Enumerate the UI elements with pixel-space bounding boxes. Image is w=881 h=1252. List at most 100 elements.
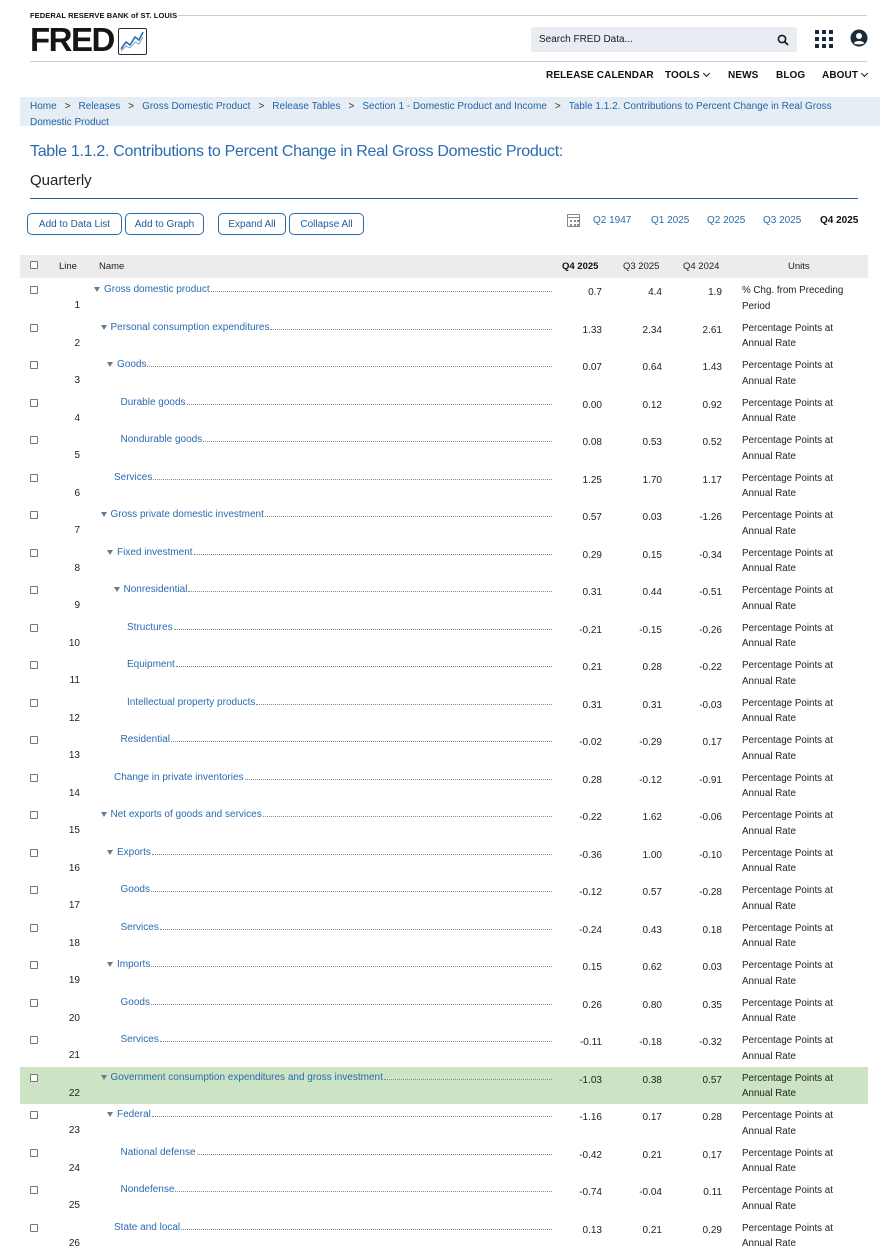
nav-news[interactable]: NEWS [728, 70, 758, 81]
series-link[interactable]: Nondefense [121, 1184, 175, 1195]
series-link[interactable]: Goods [121, 997, 150, 1008]
series-link[interactable]: Government consumption expenditures and … [111, 1072, 383, 1083]
series-link[interactable]: Intellectual property products [127, 697, 255, 708]
series-link[interactable]: Gross domestic product [104, 284, 210, 295]
breadcrumb-section-1[interactable]: Section 1 - Domestic Product and Income [362, 101, 547, 112]
row-checkbox[interactable] [30, 736, 38, 744]
breadcrumb-releases[interactable]: Releases [79, 101, 121, 112]
row-checkbox[interactable] [30, 811, 38, 819]
series-link[interactable]: Exports [117, 847, 151, 858]
nav-release-calendar[interactable]: RELEASE CALENDAR [546, 70, 654, 81]
search-input[interactable]: Search FRED Data... [531, 27, 797, 52]
row-checkbox[interactable] [30, 698, 38, 707]
nav-blog[interactable]: BLOG [776, 70, 805, 81]
expand-triangle-icon[interactable] [94, 287, 100, 292]
nav-about[interactable]: ABOUT [822, 69, 869, 81]
expand-triangle-icon[interactable] [100, 812, 107, 817]
breadcrumb-gdp[interactable]: Gross Domestic Product [142, 101, 250, 112]
value-q4-2025: -0.42 [579, 1149, 602, 1161]
series-link[interactable]: Imports [117, 959, 150, 970]
row-checkbox[interactable] [30, 886, 38, 894]
select-all-checkbox[interactable] [30, 261, 38, 269]
fred-logo[interactable]: FRED [30, 23, 147, 56]
row-checkbox[interactable] [30, 661, 38, 669]
chevron-down-icon [861, 69, 869, 78]
value-q3-2025: 0.80 [642, 999, 662, 1011]
series-link[interactable]: Gross private domestic investment [111, 509, 264, 520]
expand-triangle-icon[interactable] [113, 587, 120, 592]
row-checkbox[interactable] [30, 1073, 38, 1082]
series-link[interactable]: Goods [121, 884, 150, 895]
row-checkbox[interactable] [30, 586, 38, 594]
period-q1-2025[interactable]: Q1 2025 [651, 215, 689, 226]
series-link[interactable]: Change in private inventories [114, 772, 244, 783]
breadcrumb-home[interactable]: Home [30, 101, 57, 112]
row-checkbox[interactable] [30, 923, 38, 932]
breadcrumb-release-tables[interactable]: Release Tables [272, 101, 340, 112]
series-link[interactable]: Services [121, 922, 159, 933]
series-link[interactable]: Net exports of goods and services [111, 809, 262, 820]
row-checkbox[interactable] [30, 1223, 38, 1232]
value-q4-2024: 1.9 [708, 287, 722, 298]
expand-triangle-icon[interactable] [107, 1112, 113, 1117]
period-q4-2025[interactable]: Q4 2025 [820, 215, 858, 226]
row-checkbox[interactable] [30, 961, 38, 969]
series-link[interactable]: National defense [121, 1147, 196, 1158]
row-checkbox[interactable] [30, 998, 38, 1007]
series-link[interactable]: Equipment [127, 659, 175, 670]
collapse-all-button[interactable]: Collapse All [289, 213, 364, 235]
value-q3-2025: -0.15 [639, 624, 662, 636]
row-checkbox[interactable] [30, 548, 38, 557]
series-link[interactable]: Goods [117, 359, 146, 370]
value-q4-2024: 0.17 [702, 737, 722, 748]
expand-triangle-icon[interactable] [107, 549, 113, 555]
row-checkbox[interactable] [30, 398, 38, 407]
calendar-icon[interactable] [567, 214, 580, 227]
expand-triangle-icon[interactable] [107, 962, 113, 967]
expand-triangle-icon[interactable] [100, 1074, 107, 1080]
row-checkbox[interactable] [30, 1148, 38, 1157]
series-link[interactable]: Nondurable goods [121, 434, 203, 445]
line-number: 19 [68, 975, 80, 986]
row-checkbox[interactable] [30, 323, 38, 332]
series-link[interactable]: Nonresidential [124, 584, 188, 595]
expand-all-button[interactable]: Expand All [218, 213, 286, 235]
breadcrumb-separator: > [554, 101, 561, 112]
row-checkbox[interactable] [30, 473, 38, 482]
row-checkbox[interactable] [30, 511, 38, 519]
row-checkbox[interactable] [30, 623, 38, 632]
add-to-data-list-button[interactable]: Add to Data List [27, 213, 122, 235]
period-q3-2025[interactable]: Q3 2025 [763, 215, 801, 226]
value-q4-2024: 1.17 [702, 474, 722, 486]
add-to-graph-button[interactable]: Add to Graph [125, 213, 204, 235]
row-checkbox[interactable] [30, 1111, 38, 1119]
period-q2-2025[interactable]: Q2 2025 [707, 215, 745, 226]
search-icon[interactable] [777, 34, 789, 46]
expand-triangle-icon[interactable] [107, 362, 113, 367]
nav-tools[interactable]: TOOLS [665, 69, 710, 81]
row-checkbox[interactable] [30, 286, 38, 294]
row-checkbox[interactable] [30, 361, 38, 369]
units-cell: Percentage Points at Annual Rate [742, 547, 833, 575]
expand-triangle-icon[interactable] [100, 512, 107, 517]
period-q2-1947[interactable]: Q2 1947 [593, 215, 631, 226]
row-checkbox[interactable] [30, 1186, 38, 1194]
row-checkbox[interactable] [30, 1036, 38, 1044]
series-link[interactable]: Services [114, 472, 152, 483]
expand-triangle-icon[interactable] [107, 849, 113, 855]
series-link[interactable]: Federal [117, 1109, 151, 1120]
series-link[interactable]: Services [121, 1034, 159, 1045]
series-link[interactable]: Structures [127, 622, 173, 633]
row-checkbox[interactable] [30, 436, 38, 444]
series-link[interactable]: Residential [121, 734, 170, 745]
series-link[interactable]: Fixed investment [117, 547, 193, 558]
apps-grid-icon[interactable] [815, 30, 833, 48]
series-link[interactable]: Durable goods [121, 397, 186, 408]
dotted-leader [150, 1003, 552, 1005]
series-link[interactable]: Personal consumption expenditures [111, 322, 270, 333]
user-account-icon[interactable] [850, 29, 868, 47]
row-checkbox[interactable] [30, 773, 38, 782]
series-link[interactable]: State and local [114, 1222, 180, 1233]
row-checkbox[interactable] [30, 848, 38, 857]
expand-triangle-icon[interactable] [100, 324, 107, 330]
